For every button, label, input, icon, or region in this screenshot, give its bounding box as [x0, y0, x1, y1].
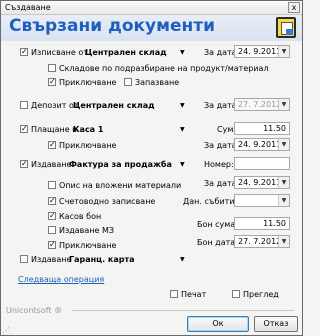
issue-checkbox[interactable]: [20, 48, 28, 56]
footer-divider: [72, 310, 294, 311]
reserve-checkbox[interactable]: [124, 78, 132, 86]
receipt-date-value: 27. 7.2012: [238, 237, 282, 246]
date-field-3[interactable]: 24. 9.2011 ▼: [234, 138, 290, 151]
default-warehouse-label: Складове по подразбиране на продукт/мате…: [59, 64, 269, 73]
invoice-dropdown-icon[interactable]: ▼: [180, 162, 186, 168]
documents-icon: [276, 17, 296, 38]
chevron-down-icon[interactable]: ▼: [278, 195, 289, 206]
warranty-checkbox[interactable]: [20, 255, 28, 263]
chevron-down-icon[interactable]: ▼: [278, 236, 289, 247]
page-title: Свързани документи: [9, 16, 216, 36]
date-field-2: 27. 7.2012 ▼: [234, 98, 290, 111]
chevron-down-icon[interactable]: ▼: [278, 139, 289, 150]
ok-button[interactable]: Ок: [187, 316, 249, 332]
issue-label: Изписване от: [31, 48, 88, 57]
deposit-checkbox[interactable]: [20, 101, 28, 109]
cash-receipt-checkbox[interactable]: [48, 212, 56, 220]
date-field-4[interactable]: 24. 9.2011 ▼: [234, 176, 290, 189]
invoice-doc-type[interactable]: Фактура за продажба: [69, 160, 172, 169]
chevron-down-icon[interactable]: ▼: [278, 46, 289, 57]
post2-label: Приключване: [59, 141, 117, 150]
receipt-sum-label: Бон сума:: [197, 220, 238, 229]
post2-checkbox[interactable]: [48, 141, 56, 149]
reserve-label: Запазване: [135, 78, 180, 87]
date-value-4: 24. 9.2011: [238, 178, 282, 187]
warranty-dropdown-icon[interactable]: ▼: [180, 257, 186, 263]
preview-checkbox[interactable]: [232, 290, 240, 298]
window-title: Създаване: [5, 3, 51, 12]
invoice-label: Издаване: [31, 160, 72, 169]
date-field-1[interactable]: 24. 9.2011 ▼: [234, 45, 290, 58]
resize-grip-icon[interactable]: ⋰: [2, 326, 10, 335]
receipt-sum-field[interactable]: 11.50: [234, 217, 290, 230]
warranty-label: Издаване: [31, 255, 72, 264]
chevron-down-icon[interactable]: ▼: [278, 177, 289, 188]
brand-label: Unicontsoft ®: [6, 306, 63, 315]
payment-label: Плащане в: [31, 125, 77, 134]
inventory-checkbox[interactable]: [48, 181, 56, 189]
payment-checkbox[interactable]: [20, 125, 28, 133]
invoice-checkbox[interactable]: [20, 160, 28, 168]
number-field[interactable]: [234, 157, 290, 170]
close-icon[interactable]: x: [288, 2, 300, 13]
date-value-2: 27. 7.2012: [238, 100, 282, 109]
date-value-3: 24. 9.2011: [238, 140, 282, 149]
deposit-label: Депозит от: [31, 101, 79, 110]
post1-checkbox[interactable]: [48, 78, 56, 86]
issue-dropdown-icon[interactable]: ▼: [180, 50, 186, 56]
post1-label: Приключване: [59, 78, 117, 87]
number-label: Номер:: [204, 160, 234, 169]
post3-checkbox[interactable]: [48, 241, 56, 249]
deposit-warehouse[interactable]: Централен склад: [73, 101, 155, 110]
date-value-1: 24. 9.2011: [238, 47, 282, 56]
accounting-checkbox[interactable]: [48, 197, 56, 205]
inventory-label: Опис на вложени материали: [59, 181, 182, 190]
mz-checkbox[interactable]: [48, 226, 56, 234]
print-label: Печат: [181, 290, 207, 299]
default-warehouse-checkbox[interactable]: [48, 64, 56, 72]
tax-event-field[interactable]: ▼: [234, 194, 290, 207]
sum-field[interactable]: 11.50: [234, 122, 290, 135]
warranty-doc-type[interactable]: Гаранц. карта: [69, 255, 135, 264]
next-operation-link[interactable]: Следваща операция: [18, 275, 104, 284]
cash-receipt-label: Касов бон: [59, 212, 102, 221]
title-bar: Създаване x: [1, 1, 302, 15]
print-checkbox[interactable]: [170, 290, 178, 298]
receipt-date-label: Бон дата:: [197, 238, 238, 247]
receipt-date-field[interactable]: 27. 7.2012 ▼: [234, 235, 290, 248]
post3-label: Приключване: [59, 241, 117, 250]
payment-dropdown-icon[interactable]: ▼: [180, 127, 186, 133]
cancel-button[interactable]: Отказ: [254, 316, 298, 332]
issue-warehouse[interactable]: Централен склад: [85, 48, 167, 57]
mz-label: Издаване МЗ: [59, 226, 115, 235]
header-banner: Свързани документи: [1, 15, 302, 41]
chevron-down-icon: ▼: [278, 99, 289, 110]
payment-cashbox[interactable]: Каса 1: [73, 125, 103, 134]
preview-label: Преглед: [243, 290, 279, 299]
accounting-label: Счетоводно записване: [59, 197, 156, 206]
deposit-dropdown-icon[interactable]: ▼: [180, 103, 186, 109]
